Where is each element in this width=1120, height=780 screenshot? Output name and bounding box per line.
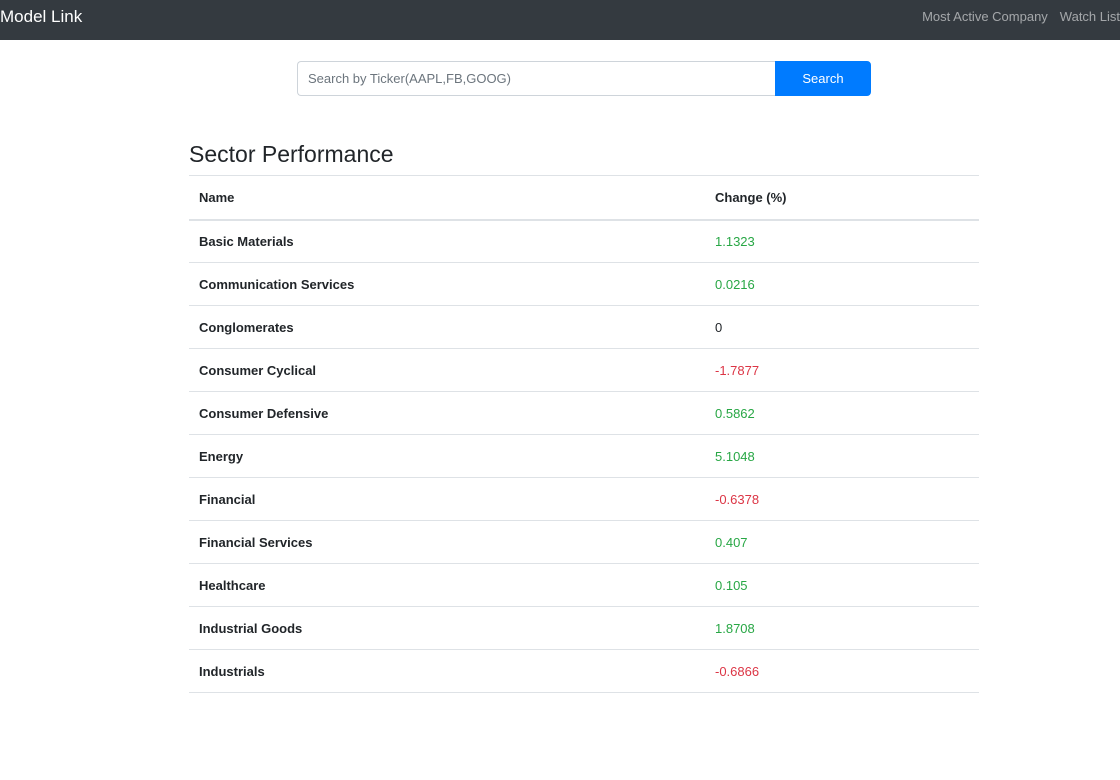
- table-row: Healthcare 0.105: [189, 563, 979, 607]
- sector-change-cell: 0.5862: [705, 391, 979, 435]
- sector-name-cell: Financial Services: [189, 520, 705, 564]
- sector-name-cell: Healthcare: [189, 563, 705, 607]
- table-row: Conglomerates 0: [189, 305, 979, 349]
- sector-change-cell: -0.6866: [705, 649, 979, 693]
- sector-name-cell: Consumer Defensive: [189, 391, 705, 435]
- sector-change-cell: -1.7877: [705, 348, 979, 392]
- sector-change-cell: 1.8708: [705, 606, 979, 650]
- sector-change-cell: 0: [705, 305, 979, 349]
- sector-name-cell: Energy: [189, 434, 705, 478]
- sector-name-cell: Consumer Cyclical: [189, 348, 705, 392]
- sector-change-cell: -0.6378: [705, 477, 979, 521]
- nav-link-watch-list[interactable]: Watch List: [1060, 9, 1120, 24]
- page-title: Sector Performance: [189, 141, 394, 167]
- sector-name-cell: Industrials: [189, 649, 705, 693]
- ticker-search-input[interactable]: [297, 61, 775, 96]
- table-header-row: Name Change (%): [189, 175, 979, 221]
- nav-link-most-active-company[interactable]: Most Active Company: [922, 9, 1048, 24]
- sector-change-cell: 0.407: [705, 520, 979, 564]
- sector-name-cell: Financial: [189, 477, 705, 521]
- search-button[interactable]: Search: [775, 61, 871, 96]
- table-row: Financial Services 0.407: [189, 520, 979, 564]
- table-row: Industrials -0.6866: [189, 649, 979, 693]
- brand-link[interactable]: Model Link: [0, 7, 82, 27]
- top-navbar: Model Link Most Active Company Watch Lis…: [0, 0, 1120, 40]
- column-header-change[interactable]: Change (%): [705, 175, 979, 221]
- sector-change-cell: 0.0216: [705, 262, 979, 306]
- sector-change-cell: 0.105: [705, 563, 979, 607]
- sector-change-cell: 1.1323: [705, 219, 979, 263]
- table-row: Energy 5.1048: [189, 434, 979, 478]
- table-row: Consumer Defensive 0.5862: [189, 391, 979, 435]
- search-bar: Search: [297, 61, 871, 96]
- table-row: Financial -0.6378: [189, 477, 979, 521]
- table-row: Basic Materials 1.1323: [189, 219, 979, 263]
- nav-links: Most Active Company Watch List: [922, 9, 1120, 24]
- sector-change-cell: 5.1048: [705, 434, 979, 478]
- sector-performance-table: Name Change (%) Basic Materials 1.1323 Com…: [189, 175, 979, 693]
- table-row: Communication Services 0.0216: [189, 262, 979, 306]
- table-body: Basic Materials 1.1323 Communication Servi…: [189, 219, 979, 693]
- sector-name-cell: Industrial Goods: [189, 606, 705, 650]
- table-row: Consumer Cyclical -1.7877: [189, 348, 979, 392]
- sector-name-cell: Conglomerates: [189, 305, 705, 349]
- sector-name-cell: Communication Services: [189, 262, 705, 306]
- column-header-name[interactable]: Name: [189, 175, 705, 221]
- table-row: Industrial Goods 1.8708: [189, 606, 979, 650]
- sector-name-cell: Basic Materials: [189, 219, 705, 263]
